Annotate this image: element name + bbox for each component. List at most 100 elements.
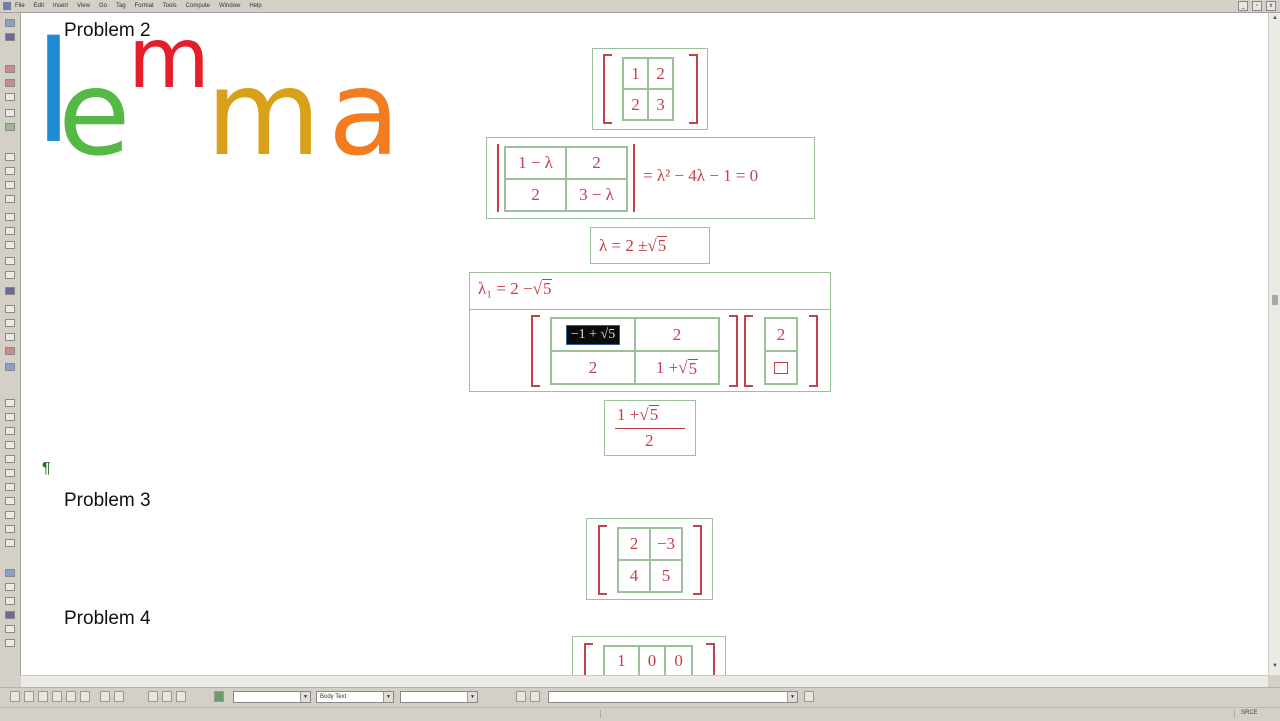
bullet-icon[interactable]: [5, 569, 15, 577]
menu-tools[interactable]: Tools: [163, 3, 177, 9]
table-icon[interactable]: [5, 363, 15, 371]
solve-icon[interactable]: [5, 441, 15, 449]
undo-icon[interactable]: [5, 257, 15, 265]
link-icon[interactable]: [5, 305, 15, 313]
radical-tool-icon[interactable]: [5, 79, 15, 87]
fraction-box[interactable]: 1 +√5 2: [604, 400, 696, 456]
frame-icon[interactable]: [5, 319, 15, 327]
interpret-icon[interactable]: [5, 539, 15, 547]
selected-entry[interactable]: −1 + √5: [565, 324, 621, 345]
simplify-icon[interactable]: [5, 413, 15, 421]
section-icon[interactable]: [5, 583, 15, 591]
vector-cell-empty[interactable]: [765, 351, 797, 384]
section-combo[interactable]: ▼: [233, 691, 311, 703]
refresh-icon[interactable]: [176, 691, 186, 702]
matrix-p2-box[interactable]: 1 2 2 3: [592, 48, 708, 130]
matrix-cell[interactable]: 2: [635, 318, 719, 351]
numeric-icon[interactable]: [5, 511, 15, 519]
matrix-cell[interactable]: 2: [551, 351, 635, 384]
minimize-icon[interactable]: _: [1238, 1, 1248, 11]
copy-icon[interactable]: [5, 227, 15, 235]
document-area[interactable]: Problem 2 l e m m a 1 2 2 3 1 − λ 2 2 3 …: [21, 13, 1268, 675]
prev-page-icon[interactable]: [24, 691, 34, 702]
matrix-cell-selected[interactable]: −1 + √5: [551, 318, 635, 351]
menu-file[interactable]: File: [15, 3, 25, 9]
chevron-down-icon[interactable]: ▼: [467, 692, 477, 702]
matrix-cell[interactable]: 1 − λ: [505, 147, 566, 179]
link-forward-icon[interactable]: [530, 691, 540, 702]
vertical-scrollbar[interactable]: ▲ ▼: [1268, 13, 1280, 675]
font-combo[interactable]: ▼: [400, 691, 478, 703]
chevron-down-icon[interactable]: ▼: [383, 692, 393, 702]
prev-icon[interactable]: [38, 691, 48, 702]
new-file-icon[interactable]: [5, 153, 15, 161]
plot-3d-icon[interactable]: [5, 483, 15, 491]
style-combo[interactable]: Body Text ▼: [316, 691, 394, 703]
open-location-icon[interactable]: [804, 691, 814, 702]
bookmark-icon[interactable]: [148, 691, 158, 702]
back-icon[interactable]: [52, 691, 62, 702]
field-icon[interactable]: [5, 333, 15, 341]
matrix-p3-box[interactable]: 2 −3 4 5: [586, 518, 713, 600]
restore-icon[interactable]: ▫: [1252, 1, 1262, 11]
cut-icon[interactable]: [5, 213, 15, 221]
matrix-p4-box[interactable]: 1 0 0: [572, 636, 726, 675]
matrix-cell[interactable]: 2: [566, 147, 627, 179]
menu-edit[interactable]: Edit: [34, 3, 44, 9]
brackets-tool-icon[interactable]: [5, 109, 15, 117]
vector-cell[interactable]: 2: [765, 318, 797, 351]
matrix-cell[interactable]: 1 + √ 5: [635, 351, 719, 384]
menu-tag[interactable]: Tag: [116, 3, 126, 9]
menu-compute[interactable]: Compute: [186, 3, 210, 9]
search-icon[interactable]: [5, 271, 15, 279]
matrix-cell[interactable]: 0: [665, 646, 692, 675]
home-icon[interactable]: [66, 691, 76, 702]
indent-icon[interactable]: [5, 625, 15, 633]
forward-icon[interactable]: [80, 691, 90, 702]
image-icon[interactable]: [5, 347, 15, 355]
link-back-icon[interactable]: [516, 691, 526, 702]
placeholder-box[interactable]: [774, 361, 788, 374]
scroll-thumb[interactable]: [1272, 295, 1278, 305]
app-icon[interactable]: [3, 2, 11, 10]
fraction-tool-icon[interactable]: [5, 65, 15, 73]
math-tool-icon[interactable]: [5, 19, 15, 27]
subsection-icon[interactable]: [5, 597, 15, 605]
factor-icon[interactable]: [5, 455, 15, 463]
next-page-icon[interactable]: [114, 691, 124, 702]
address-combo[interactable]: ▼: [548, 691, 798, 703]
chevron-down-icon[interactable]: ▼: [787, 692, 797, 702]
matrix-cell[interactable]: 3: [648, 89, 673, 120]
save-file-icon[interactable]: [5, 181, 15, 189]
definitions-icon[interactable]: [5, 497, 15, 505]
menu-go[interactable]: Go: [99, 3, 107, 9]
menu-insert[interactable]: Insert: [53, 3, 68, 9]
matrix-cell[interactable]: 5: [650, 560, 682, 592]
menu-help[interactable]: Help: [249, 3, 261, 9]
list-icon[interactable]: [5, 611, 15, 619]
matrix-cell[interactable]: 4: [618, 560, 650, 592]
go-icon[interactable]: [214, 691, 224, 702]
scroll-up-icon[interactable]: ▲: [1271, 15, 1279, 23]
close-icon[interactable]: x: [1266, 1, 1276, 11]
menu-view[interactable]: View: [77, 3, 90, 9]
lambda1-box[interactable]: λ₁ = 2 −√5 −1 + √5 2 2 1 + √ 5 2: [469, 272, 831, 392]
check-equality-icon[interactable]: [5, 525, 15, 533]
matrix-cell[interactable]: 3 − λ: [566, 179, 627, 211]
plot-2d-icon[interactable]: [5, 469, 15, 477]
subscript-tool-icon[interactable]: [5, 93, 15, 101]
matrix-cell[interactable]: 2: [505, 179, 566, 211]
print-icon[interactable]: [5, 195, 15, 203]
paste-icon[interactable]: [5, 241, 15, 249]
next-icon[interactable]: [100, 691, 110, 702]
spell-check-icon[interactable]: [5, 287, 15, 295]
evaluate-icon[interactable]: [5, 399, 15, 407]
matrix-cell[interactable]: 2: [623, 89, 648, 120]
matrix-cell[interactable]: 2: [648, 58, 673, 89]
eigenvalues-box[interactable]: λ = 2 ±√5: [590, 227, 710, 264]
text-tool-icon[interactable]: [5, 33, 15, 41]
expand-icon[interactable]: [5, 427, 15, 435]
scroll-down-icon[interactable]: ▼: [1271, 663, 1279, 671]
matrix-cell[interactable]: −3: [650, 528, 682, 560]
menu-format[interactable]: Format: [135, 3, 154, 9]
